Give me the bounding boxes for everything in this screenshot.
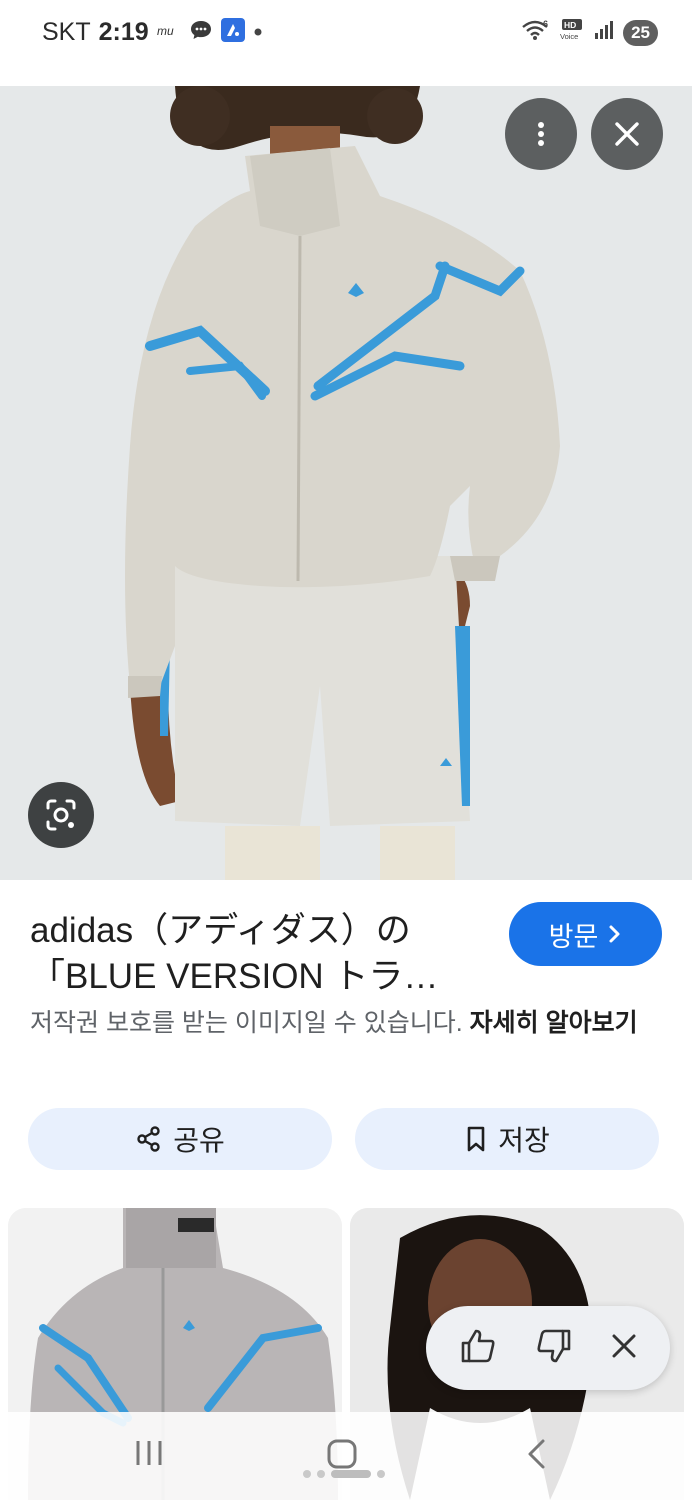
save-button[interactable]: 저장 bbox=[355, 1108, 659, 1170]
close-icon bbox=[612, 1334, 636, 1357]
page-indicator bbox=[303, 1470, 385, 1478]
thumbs-down-icon bbox=[537, 1329, 571, 1362]
recent-apps-icon bbox=[136, 1441, 162, 1465]
status-left: SKT 2:19 mu bbox=[42, 18, 263, 47]
svg-text:mu: mu bbox=[157, 24, 174, 38]
status-right: 6 HD Voice 25 bbox=[521, 18, 658, 47]
google-lens-icon bbox=[46, 799, 76, 831]
system-nav-bar bbox=[0, 1412, 692, 1500]
visit-button-label: 방문 bbox=[548, 921, 599, 952]
result-info-panel: adidas（アディダス）の 「BLUE VERSION トラ… 방문 저작권 … bbox=[0, 880, 692, 1200]
share-button[interactable]: 공유 bbox=[28, 1108, 332, 1170]
page-dot bbox=[303, 1470, 311, 1478]
status-bar: SKT 2:19 mu 6 HD Voice 25 bbox=[0, 0, 692, 70]
thumbs-up-icon bbox=[461, 1329, 495, 1362]
status-time: 2:19 bbox=[98, 18, 149, 46]
learn-more-link[interactable]: 자세히 알아보기 bbox=[470, 1009, 638, 1037]
wifi-6-label: 6 bbox=[543, 19, 548, 29]
back-button[interactable] bbox=[524, 1438, 548, 1475]
thumbs-up-button[interactable] bbox=[458, 1326, 498, 1371]
feedback-chip bbox=[426, 1306, 670, 1390]
svg-text:Voice: Voice bbox=[560, 32, 578, 41]
recent-apps-button[interactable] bbox=[132, 1438, 166, 1473]
hd-voice-icon: HD Voice bbox=[559, 18, 585, 47]
thumbs-down-button[interactable] bbox=[534, 1326, 574, 1371]
more-vert-icon bbox=[538, 122, 544, 146]
product-photo bbox=[0, 86, 692, 880]
more-options-button[interactable] bbox=[505, 98, 577, 170]
share-label: 공유 bbox=[173, 1125, 225, 1156]
page-dot bbox=[377, 1470, 385, 1478]
google-lens-button[interactable] bbox=[28, 782, 94, 848]
copyright-text: 저작권 보호를 받는 이미지일 수 있습니다. bbox=[30, 1009, 470, 1037]
save-label: 저장 bbox=[498, 1125, 550, 1156]
notification-app-icon: mu bbox=[157, 20, 181, 45]
visit-button[interactable]: 방문 bbox=[509, 902, 662, 966]
battery-indicator: 25 bbox=[623, 19, 658, 46]
chevron-right-icon bbox=[609, 925, 620, 943]
share-icon bbox=[137, 1126, 160, 1152]
back-icon bbox=[528, 1439, 545, 1469]
result-title[interactable]: adidas（アディダス）の 「BLUE VERSION トラ… bbox=[30, 908, 480, 1000]
close-button[interactable] bbox=[591, 98, 663, 170]
svg-text:HD: HD bbox=[564, 20, 576, 30]
dot-icon bbox=[253, 24, 263, 42]
product-image-viewer[interactable] bbox=[0, 86, 692, 880]
wifi-icon: 6 bbox=[521, 18, 551, 47]
signal-icon bbox=[593, 19, 615, 46]
close-icon bbox=[615, 122, 639, 146]
copyright-notice: 저작권 보호를 받는 이미지일 수 있습니다. 자세히 알아보기 bbox=[30, 1004, 670, 1042]
page-dot bbox=[317, 1470, 325, 1478]
page-dot-active bbox=[331, 1470, 371, 1478]
bookmark-icon bbox=[467, 1126, 485, 1152]
home-icon bbox=[327, 1439, 357, 1469]
dismiss-feedback-button[interactable] bbox=[610, 1332, 638, 1365]
chat-bubble-icon bbox=[189, 19, 213, 46]
carrier-label: SKT bbox=[42, 18, 91, 46]
app-notification-icon bbox=[220, 18, 245, 47]
